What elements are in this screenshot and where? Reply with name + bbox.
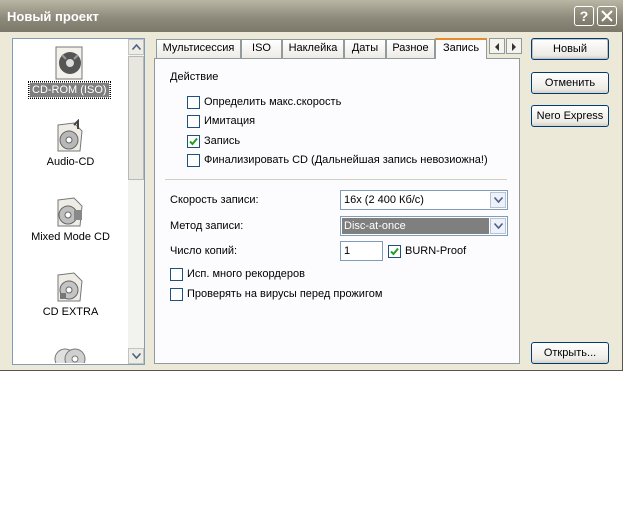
mixed-mode-cd-icon [57, 197, 83, 227]
checkbox-label: Запись [204, 135, 241, 147]
project-type-list[interactable]: CD-ROM (ISO) Audio-CD Mixed Mode CD CD E… [12, 38, 145, 365]
checkbox-box[interactable] [187, 96, 200, 109]
checkbox-label: Проверять на вирусы перед прожигом [187, 288, 383, 300]
checkmark-icon [189, 137, 198, 146]
write-speed-select[interactable]: 16x (2 400 Кб/с) [340, 190, 508, 210]
checkbox-box[interactable] [187, 115, 200, 128]
burn-settings-panel: Действие Определить макс.скорость Имитац… [154, 58, 520, 364]
write-speed-value: 16x (2 400 Кб/с) [344, 194, 424, 206]
copies-label: Число копий: [170, 245, 238, 257]
list-item-label: CD EXTRA [42, 306, 99, 318]
cd-extra-icon [57, 272, 83, 302]
open-button[interactable]: Открыть... [531, 342, 609, 364]
chevron-right-icon [512, 43, 516, 51]
tab-iso[interactable]: ISO [241, 39, 282, 58]
checkmark-icon [390, 247, 399, 256]
tab-scroll-right-button[interactable] [506, 38, 522, 54]
list-scrollbar[interactable] [128, 39, 144, 364]
tab-label[interactable]: Наклейка [282, 39, 344, 58]
write-method-select[interactable]: Disc-at-once [340, 216, 508, 236]
scroll-thumb[interactable] [128, 56, 144, 180]
chevron-up-icon [132, 44, 141, 50]
chevron-down-icon [494, 223, 503, 229]
tab-scroll-arrows [489, 38, 523, 55]
dvd-icon [54, 348, 86, 363]
chevron-down-icon [132, 353, 141, 359]
close-button[interactable] [597, 6, 617, 26]
write-method-value: Disc-at-once [342, 218, 489, 234]
tab-dates[interactable]: Даты [344, 39, 386, 58]
checkbox-label: BURN-Proof [405, 245, 467, 257]
list-item-label: Mixed Mode CD [31, 231, 110, 243]
nero-express-button[interactable]: Nero Express [531, 105, 609, 127]
checkbox-box[interactable] [170, 288, 183, 301]
checkbox-label: Исп. много рекордеров [187, 268, 305, 280]
dropdown-button[interactable] [490, 192, 506, 208]
scroll-down-button[interactable] [128, 348, 144, 364]
checkbox-box[interactable] [187, 135, 200, 148]
settings-tabs: Мультисессия ISO Наклейка Даты Разное За… [156, 38, 521, 59]
list-item-label: CD-ROM (ISO) [28, 81, 111, 99]
scroll-up-button[interactable] [128, 39, 144, 55]
dropdown-button[interactable] [490, 218, 506, 234]
close-icon [601, 10, 613, 22]
checkbox-box[interactable] [388, 245, 401, 258]
tab-misc[interactable]: Разное [386, 39, 435, 58]
write-method-label: Метод записи: [170, 220, 244, 232]
tab-scroll-left-button[interactable] [489, 38, 505, 54]
action-group-label: Действие [170, 71, 219, 83]
audio-cd-icon [57, 119, 83, 152]
copies-input[interactable]: 1 [340, 241, 383, 261]
cancel-button[interactable]: Отменить [531, 72, 609, 94]
tab-burn[interactable]: Запись [435, 38, 487, 59]
new-project-dialog: Новый проект ? CD-ROM (ISO) Audio-CD Mix… [0, 0, 623, 371]
checkbox-box[interactable] [187, 154, 200, 167]
chevron-down-icon [494, 197, 503, 203]
write-speed-label: Скорость записи: [170, 194, 259, 206]
cd-rom-icon [55, 46, 83, 80]
new-button[interactable]: Новый [531, 38, 609, 60]
checkbox-label: Имитация [204, 115, 256, 127]
checkbox-label: Финализировать CD (Дальнейшая запись нев… [204, 154, 488, 166]
list-item-label: Audio-CD [46, 156, 95, 168]
window-title: Новый проект [7, 9, 99, 24]
title-bar[interactable]: Новый проект ? [0, 0, 623, 32]
chevron-left-icon [495, 43, 499, 51]
help-button[interactable]: ? [574, 6, 594, 26]
checkbox-box[interactable] [170, 268, 183, 281]
tab-multisession[interactable]: Мультисессия [156, 39, 241, 58]
checkbox-label: Определить макс.скорость [204, 96, 342, 108]
separator [165, 179, 507, 180]
